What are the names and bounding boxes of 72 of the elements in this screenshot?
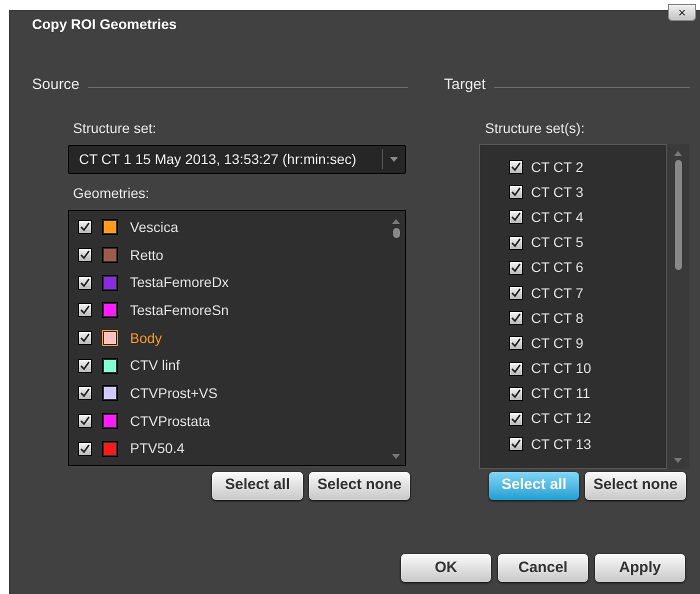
geometry-item[interactable]: Body — [69, 324, 387, 352]
checkbox[interactable] — [509, 210, 523, 224]
checkbox[interactable] — [78, 220, 92, 234]
structure-set-item[interactable]: CT CT 11 — [509, 381, 666, 406]
scroll-down-arrow-icon[interactable] — [674, 458, 682, 462]
structure-set-item[interactable]: CT CT 3 — [509, 180, 666, 205]
dialog-button[interactable]: OK — [401, 554, 491, 582]
structure-set-item[interactable]: CT CT 5 — [509, 230, 666, 256]
checkbox[interactable] — [509, 286, 523, 300]
structure-set-item[interactable]: CT CT 12 — [509, 406, 666, 432]
structure-set-dropdown[interactable]: CT CT 1 15 May 2013, 13:53:27 (hr:min:sec) — [68, 144, 406, 174]
scroll-up-arrow-icon[interactable] — [392, 218, 400, 224]
structure-set-item[interactable]: CT CT 4 — [509, 204, 666, 230]
scroll-up-arrow-icon[interactable] — [674, 150, 682, 156]
button[interactable]: Select none — [309, 472, 410, 500]
field-label: Geometries: — [73, 184, 150, 202]
scroll-thumb[interactable] — [674, 160, 682, 270]
color-swatch — [102, 274, 118, 291]
checkbox[interactable] — [509, 185, 523, 200]
checkbox[interactable] — [509, 437, 523, 452]
structure-set-item[interactable]: CT CT 8 — [509, 306, 666, 331]
button[interactable]: Select none — [585, 472, 686, 500]
color-swatch — [102, 330, 118, 346]
dropdown-arrow-icon — [390, 156, 398, 162]
geometry-item[interactable]: CTV linf — [69, 352, 387, 380]
checkbox[interactable] — [509, 236, 523, 250]
section-heading: Target — [444, 75, 486, 95]
checkbox[interactable] — [78, 414, 92, 428]
checkbox[interactable] — [509, 311, 523, 326]
checkbox[interactable] — [78, 386, 92, 400]
color-swatch — [102, 413, 118, 430]
color-swatch — [102, 358, 118, 374]
checkbox[interactable] — [78, 442, 92, 456]
section-heading: Source — [32, 75, 80, 95]
structure-set-item[interactable]: CT CT 6 — [509, 255, 666, 280]
scroll-down-arrow-icon[interactable] — [392, 454, 400, 458]
window-title: Copy ROI Geometries — [32, 15, 177, 34]
button[interactable]: Select all — [212, 472, 303, 500]
geometry-item[interactable]: TestaFemoreSn — [69, 296, 387, 324]
color-swatch — [102, 440, 118, 457]
geometry-item[interactable]: TestaFemoreDx — [69, 268, 387, 297]
color-swatch — [102, 385, 118, 402]
geometry-item[interactable]: CTVProst+VS — [69, 380, 387, 408]
checkbox[interactable] — [509, 160, 523, 174]
structure-set-item[interactable]: CT CT 2 — [509, 154, 666, 180]
checkbox[interactable] — [509, 386, 523, 401]
field-label: Structure set: — [73, 118, 158, 138]
dialog-button[interactable]: Cancel — [498, 554, 588, 582]
dialog-button[interactable]: Apply — [595, 554, 685, 582]
checkbox[interactable] — [78, 358, 92, 373]
geometry-item[interactable]: PTV50.4 — [69, 435, 387, 463]
geometry-item[interactable]: CTVProstata — [69, 407, 387, 435]
checkbox[interactable] — [78, 331, 92, 346]
field-label: Structure set(s): — [485, 118, 586, 138]
color-swatch — [102, 219, 118, 236]
structure-set-item[interactable]: CT CT 10 — [509, 356, 666, 382]
checkbox[interactable] — [509, 260, 523, 275]
structure-set-item[interactable]: CT CT 9 — [509, 330, 666, 356]
color-swatch — [102, 247, 118, 264]
checkbox[interactable] — [78, 248, 92, 262]
checkbox[interactable] — [509, 362, 523, 376]
color-swatch — [102, 302, 118, 318]
checkbox[interactable] — [78, 303, 92, 318]
geometry-item[interactable]: Retto — [69, 241, 387, 269]
checkbox[interactable] — [78, 276, 92, 290]
geometry-item[interactable]: Vescica — [69, 214, 387, 242]
checkbox[interactable] — [509, 336, 523, 350]
scroll-thumb[interactable] — [392, 228, 400, 238]
close-button[interactable]: × — [668, 4, 696, 21]
structure-set-item[interactable]: CT CT 7 — [509, 280, 666, 306]
checkbox[interactable] — [509, 412, 523, 426]
structure-set-item[interactable]: CT CT 13 — [509, 432, 666, 457]
